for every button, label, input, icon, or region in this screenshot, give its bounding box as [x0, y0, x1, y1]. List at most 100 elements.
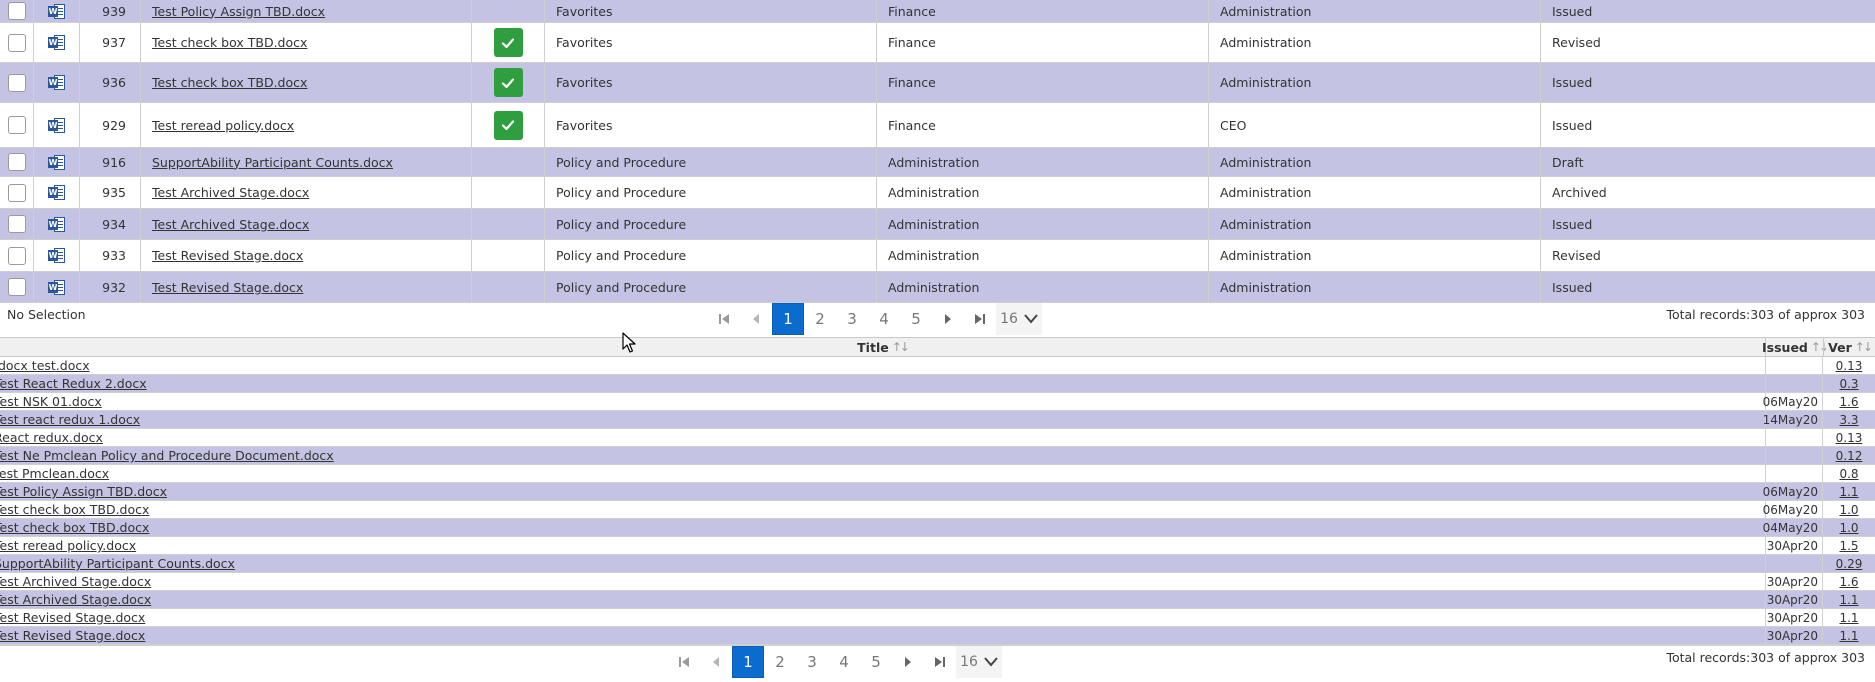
- page-3-button[interactable]: 3: [836, 303, 868, 335]
- title-column-header[interactable]: Title ↑↓: [0, 338, 1765, 356]
- page-size-select[interactable]: 16: [956, 646, 1002, 678]
- row-checkbox[interactable]: [7, 73, 26, 92]
- table-row[interactable]: W 932 Test Revised Stage.docx Policy and Pr…: [0, 272, 1875, 303]
- version-link[interactable]: 0.13: [1836, 359, 1863, 373]
- list-item[interactable]: SupportAbility Participant Counts.docx 0.…: [0, 555, 1875, 573]
- table-row[interactable]: W 939 Test Policy Assign TBD.docx Favorites…: [0, 0, 1875, 23]
- page-4-button[interactable]: 4: [868, 303, 900, 335]
- table-row[interactable]: W 934 Test Archived Stage.docx Policy and P…: [0, 209, 1875, 240]
- word-doc-icon[interactable]: W: [48, 154, 65, 170]
- doc-title-link[interactable]: Test Archived Stage.docx: [0, 592, 151, 607]
- doc-title-link[interactable]: Test check box TBD.docx: [152, 75, 307, 90]
- doc-title-link[interactable]: Test Archived Stage.docx: [0, 574, 151, 589]
- list-item[interactable]: Test check box TBD.docx 06May20 1.0: [0, 501, 1875, 519]
- page-5-button[interactable]: 5: [900, 303, 932, 335]
- version-link[interactable]: 1.1: [1839, 593, 1858, 607]
- doc-title-link[interactable]: Test Policy Assign TBD.docx: [0, 484, 167, 499]
- version-link[interactable]: 1.0: [1839, 503, 1858, 517]
- list-item[interactable]: Test react redux 1.docx 14May20 3.3: [0, 411, 1875, 429]
- version-link[interactable]: 0.13: [1836, 431, 1863, 445]
- page-5-button[interactable]: 5: [860, 646, 892, 678]
- doc-title-link[interactable]: Test NSK 01.docx: [0, 394, 102, 409]
- page-2-button[interactable]: 2: [804, 303, 836, 335]
- page-size-select[interactable]: 16: [996, 303, 1042, 335]
- doc-title-link[interactable]: SupportAbility Participant Counts.docx: [0, 556, 235, 571]
- favorite-check-icon[interactable]: [493, 28, 523, 57]
- row-checkbox[interactable]: [7, 33, 26, 52]
- doc-title-link[interactable]: Test check box TBD.docx: [0, 502, 149, 517]
- word-doc-icon[interactable]: W: [48, 248, 65, 263]
- version-link[interactable]: 1.6: [1839, 395, 1858, 409]
- table-row[interactable]: W 937 Test check box TBD.docx Favorites Fina…: [0, 23, 1875, 63]
- version-link[interactable]: 1.1: [1839, 485, 1858, 499]
- doc-title-link[interactable]: Test Revised Stage.docx: [0, 628, 145, 643]
- doc-title-link[interactable]: Test reread policy.docx: [152, 118, 294, 133]
- next-page-icon[interactable]: [892, 646, 924, 678]
- doc-title-link[interactable]: Test Revised Stage.docx: [0, 610, 145, 625]
- prev-page-icon[interactable]: [740, 303, 772, 335]
- version-link[interactable]: 1.5: [1839, 539, 1858, 553]
- table-row[interactable]: W 933 Test Revised Stage.docx Policy and Pr…: [0, 240, 1875, 272]
- list-item[interactable]: Test check box TBD.docx 04May20 1.0: [0, 519, 1875, 537]
- page-3-button[interactable]: 3: [796, 646, 828, 678]
- page-4-button[interactable]: 4: [828, 646, 860, 678]
- last-page-icon[interactable]: [964, 303, 996, 335]
- doc-title-link[interactable]: Test Revised Stage.docx: [152, 248, 303, 263]
- doc-title-link[interactable]: Test check box TBD.docx: [0, 520, 149, 535]
- word-doc-icon[interactable]: W: [48, 216, 65, 232]
- list-item[interactable]: Test Archived Stage.docx 30Apr20 1.6: [0, 573, 1875, 591]
- version-link[interactable]: 1.0: [1839, 521, 1858, 535]
- table-row[interactable]: W 929 Test reread policy.docx Favorites Fina…: [0, 103, 1875, 148]
- word-doc-icon[interactable]: W: [48, 279, 65, 295]
- next-page-icon[interactable]: [932, 303, 964, 335]
- version-link[interactable]: 1.6: [1839, 575, 1858, 589]
- table-row[interactable]: W 916 SupportAbility Participant Counts.do…: [0, 148, 1875, 177]
- version-link[interactable]: 0.3: [1839, 377, 1858, 391]
- doc-title-link[interactable]: Test Policy Assign TBD.docx: [152, 4, 325, 19]
- list-item[interactable]: Test Revised Stage.docx 30Apr20 1.1: [0, 627, 1875, 645]
- version-link[interactable]: 1.1: [1839, 611, 1858, 625]
- version-link[interactable]: 3.3: [1839, 413, 1858, 427]
- page-2-button[interactable]: 2: [764, 646, 796, 678]
- doc-title-link[interactable]: Test check box TBD.docx: [152, 35, 307, 50]
- row-checkbox[interactable]: [7, 183, 26, 202]
- table-row[interactable]: W 935 Test Archived Stage.docx Policy and P…: [0, 177, 1875, 209]
- list-item[interactable]: Test Policy Assign TBD.docx 06May20 1.1: [0, 483, 1875, 501]
- doc-title-link[interactable]: Test reread policy.docx: [0, 538, 136, 553]
- last-page-icon[interactable]: [924, 646, 956, 678]
- version-link[interactable]: 0.8: [1839, 467, 1858, 481]
- word-doc-icon[interactable]: W: [48, 35, 65, 50]
- word-doc-icon[interactable]: W: [48, 3, 65, 19]
- version-link[interactable]: 0.29: [1836, 557, 1863, 571]
- prev-page-icon[interactable]: [700, 646, 732, 678]
- row-checkbox[interactable]: [7, 2, 26, 20]
- doc-title-link[interactable]: Test Archived Stage.docx: [152, 185, 309, 200]
- word-doc-icon[interactable]: W: [48, 75, 65, 90]
- version-link[interactable]: 1.1: [1839, 629, 1858, 643]
- favorite-check-icon[interactable]: [493, 110, 523, 140]
- doc-title-link[interactable]: Test Ne Pmclean Policy and Procedure Doc…: [0, 448, 334, 463]
- doc-title-link[interactable]: SupportAbility Participant Counts.docx: [152, 155, 393, 170]
- list-item[interactable]: React redux.docx 0.13: [0, 429, 1875, 447]
- first-page-icon[interactable]: [668, 646, 700, 678]
- list-item[interactable]: Test Ne Pmclean Policy and Procedure Doc…: [0, 447, 1875, 465]
- list-item[interactable]: Test Revised Stage.docx 30Apr20 1.1: [0, 609, 1875, 627]
- word-doc-icon[interactable]: W: [48, 117, 65, 133]
- page-1-button[interactable]: 1: [732, 646, 764, 678]
- version-link[interactable]: 0.12: [1836, 449, 1863, 463]
- row-checkbox[interactable]: [7, 246, 26, 265]
- table-row[interactable]: W 936 Test check box TBD.docx Favorites Fina…: [0, 63, 1875, 103]
- list-item[interactable]: Test reread policy.docx 30Apr20 1.5: [0, 537, 1875, 555]
- ver-column-header[interactable]: Ver ↑↓: [1823, 338, 1875, 356]
- list-item[interactable]: test Pmclean.docx 0.8: [0, 465, 1875, 483]
- row-checkbox[interactable]: [7, 116, 26, 134]
- issued-column-header[interactable]: Issued ↑↓: [1762, 338, 1829, 356]
- doc-title-link[interactable]: Test Archived Stage.docx: [152, 217, 309, 232]
- doc-title-link[interactable]: React redux.docx: [0, 430, 103, 445]
- word-doc-icon[interactable]: W: [48, 185, 65, 200]
- list-item[interactable]: Test Archived Stage.docx 30Apr20 1.1: [0, 591, 1875, 609]
- doc-title-link[interactable]: Test React Redux 2.docx: [0, 376, 147, 391]
- row-checkbox[interactable]: [7, 215, 26, 233]
- list-item[interactable]: Test React Redux 2.docx 0.3: [0, 375, 1875, 393]
- row-checkbox[interactable]: [7, 278, 26, 296]
